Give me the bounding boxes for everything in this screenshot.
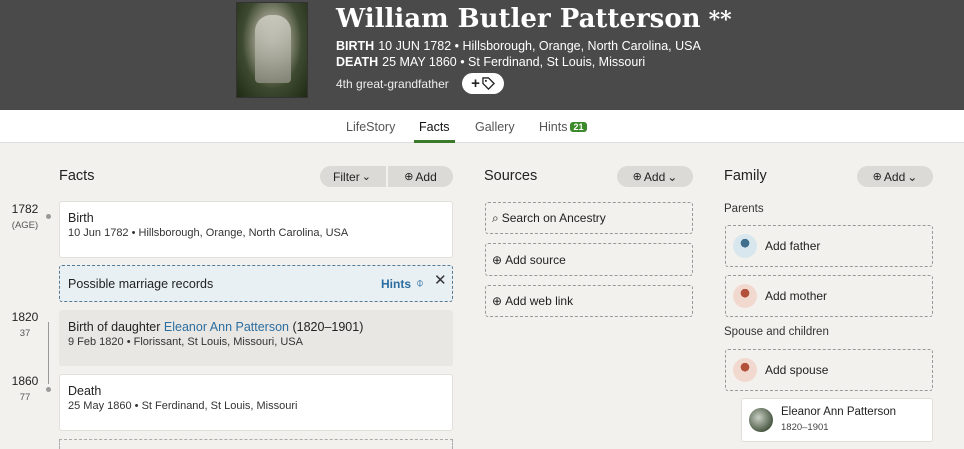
- fact-title-prefix: Birth of daughter: [68, 320, 164, 334]
- tab-hints[interactable]: Hints 21: [539, 120, 587, 134]
- tab-lifestory[interactable]: LifeStory: [346, 120, 395, 134]
- chevron-down-icon: ⌄: [667, 169, 678, 184]
- female-avatar-icon: [733, 284, 757, 308]
- fact-card-birth[interactable]: Birth 10 Jun 1782 • Hillsborough, Orange…: [59, 201, 453, 258]
- child-avatar: [749, 408, 773, 432]
- death-summary: DEATH 25 MAY 1860 • St Ferdinand, St Loui…: [336, 55, 645, 69]
- close-icon[interactable]: ✕: [434, 271, 447, 289]
- add-father-label: Add father: [765, 239, 821, 253]
- birth-value: 10 JUN 1782 • Hillsborough, Orange, Nort…: [378, 39, 701, 53]
- parents-label: Parents: [724, 203, 764, 215]
- add-source-menu-button[interactable]: ⊕ Add ⌄: [617, 166, 693, 187]
- hint-card-marriage[interactable]: Possible marriage records Hints ⌽ ✕: [59, 265, 453, 302]
- add-mother-button[interactable]: Add mother: [725, 275, 933, 317]
- add-source-button[interactable]: ⊕ Add source: [485, 243, 693, 276]
- male-avatar-icon: [733, 234, 757, 258]
- person-photo[interactable]: [236, 2, 308, 98]
- hints-link[interactable]: Hints: [381, 277, 411, 291]
- add-family-label: Add: [883, 169, 906, 184]
- add-source-label: Add source: [505, 252, 566, 267]
- fact-details: 9 Feb 1820 • Florissant, St Louis, Misso…: [68, 336, 303, 348]
- tab-hints-label: Hints: [539, 120, 568, 134]
- tab-facts[interactable]: Facts: [414, 120, 455, 143]
- death-value: 25 MAY 1860 • St Ferdinand, St Louis, Mi…: [382, 55, 646, 69]
- timeline-dot: [46, 214, 51, 219]
- filter-label: Filter: [333, 169, 360, 184]
- fact-details: 25 May 1860 • St Ferdinand, St Louis, Mi…: [68, 400, 298, 412]
- daughter-link[interactable]: Eleanor Ann Patterson: [164, 320, 289, 334]
- fact-card-death[interactable]: Death 25 May 1860 • St Ferdinand, St Lou…: [59, 374, 453, 431]
- fact-title-suffix: (1820–1901): [289, 320, 364, 334]
- fact-year: 1860: [11, 374, 39, 388]
- chevron-down-icon: ⌄: [361, 171, 371, 183]
- fact-title: Birth of daughter Eleanor Ann Patterson …: [68, 320, 363, 334]
- search-ancestry-label: Search on Ancestry: [501, 211, 606, 225]
- fact-details: 10 Jun 1782 • Hillsborough, Orange, Nort…: [68, 227, 349, 239]
- relationship-label: 4th great-grandfather: [336, 77, 449, 91]
- fact-title: Death: [68, 384, 102, 398]
- plus-circle-icon: ⊕: [492, 252, 503, 267]
- hints-count-badge: 21: [570, 122, 587, 132]
- plus-circle-icon: ⊕: [492, 294, 503, 308]
- timeline-line: [48, 322, 49, 384]
- fact-card-daughter-birth[interactable]: Birth of daughter Eleanor Ann Patterson …: [59, 310, 453, 366]
- tab-bar: LifeStory Facts Gallery Hints 21: [0, 110, 964, 143]
- add-fact-button[interactable]: ⊕ Add: [388, 166, 453, 187]
- fact-age: (AGE): [11, 220, 39, 231]
- filter-button[interactable]: Filter ⌄: [320, 166, 386, 187]
- child-card[interactable]: Eleanor Ann Patterson 1820–1901: [741, 398, 933, 442]
- search-ancestry-button[interactable]: ⌕ Search on Ancestry: [485, 202, 693, 234]
- birth-label: BIRTH: [336, 39, 375, 53]
- birth-summary: BIRTH 10 JUN 1782 • Hillsborough, Orange,…: [336, 39, 701, 53]
- family-title: Family: [724, 168, 767, 184]
- death-label: DEATH: [336, 55, 379, 69]
- chevron-down-icon: ⌄: [907, 169, 918, 184]
- female-avatar-icon: [733, 358, 757, 382]
- person-name: William Butler Patterson **: [336, 4, 732, 34]
- fact-year: 1782: [11, 202, 39, 216]
- tab-gallery[interactable]: Gallery: [475, 120, 515, 134]
- gravestone-image: [255, 15, 291, 83]
- add-fact-label: Add: [415, 169, 437, 184]
- plus-circle-icon: ⊕: [632, 171, 642, 183]
- add-web-link-label: Add web link: [505, 294, 574, 308]
- spouse-children-label: Spouse and children: [724, 326, 829, 338]
- person-name-text: William Butler Patterson: [336, 4, 701, 34]
- plus-icon: +: [471, 75, 480, 92]
- person-header: William Butler Patterson ** BIRTH 10 JUN 1…: [0, 0, 964, 110]
- fact-age: 77: [19, 392, 31, 403]
- search-icon: ⌕: [492, 210, 499, 225]
- add-tag-button[interactable]: +: [462, 73, 504, 94]
- child-dates: 1820–1901: [781, 422, 829, 433]
- tag-icon: [482, 77, 495, 90]
- add-mother-label: Add mother: [765, 289, 828, 303]
- add-family-button[interactable]: ⊕ Add ⌄: [857, 166, 933, 187]
- fact-age: 37: [19, 328, 31, 339]
- add-spouse-label: Add spouse: [765, 363, 829, 377]
- name-stars: **: [708, 7, 732, 33]
- hint-text: Possible marriage records: [68, 277, 214, 291]
- add-fact-placeholder[interactable]: [59, 439, 453, 449]
- add-web-link-button[interactable]: ⊕ Add web link: [485, 285, 693, 317]
- add-source-menu-label: Add: [643, 169, 666, 184]
- leaf-hint-icon: ⌽: [416, 275, 424, 290]
- plus-circle-icon: ⊕: [404, 171, 414, 183]
- facts-title: Facts: [59, 168, 95, 184]
- plus-circle-icon: ⊕: [872, 171, 882, 183]
- child-name: Eleanor Ann Patterson: [781, 406, 897, 418]
- fact-title: Birth: [68, 211, 94, 225]
- timeline-dot: [46, 387, 51, 392]
- add-father-button[interactable]: Add father: [725, 225, 933, 267]
- sources-title: Sources: [484, 168, 538, 184]
- fact-year: 1820: [11, 310, 39, 324]
- add-spouse-button[interactable]: Add spouse: [725, 349, 933, 391]
